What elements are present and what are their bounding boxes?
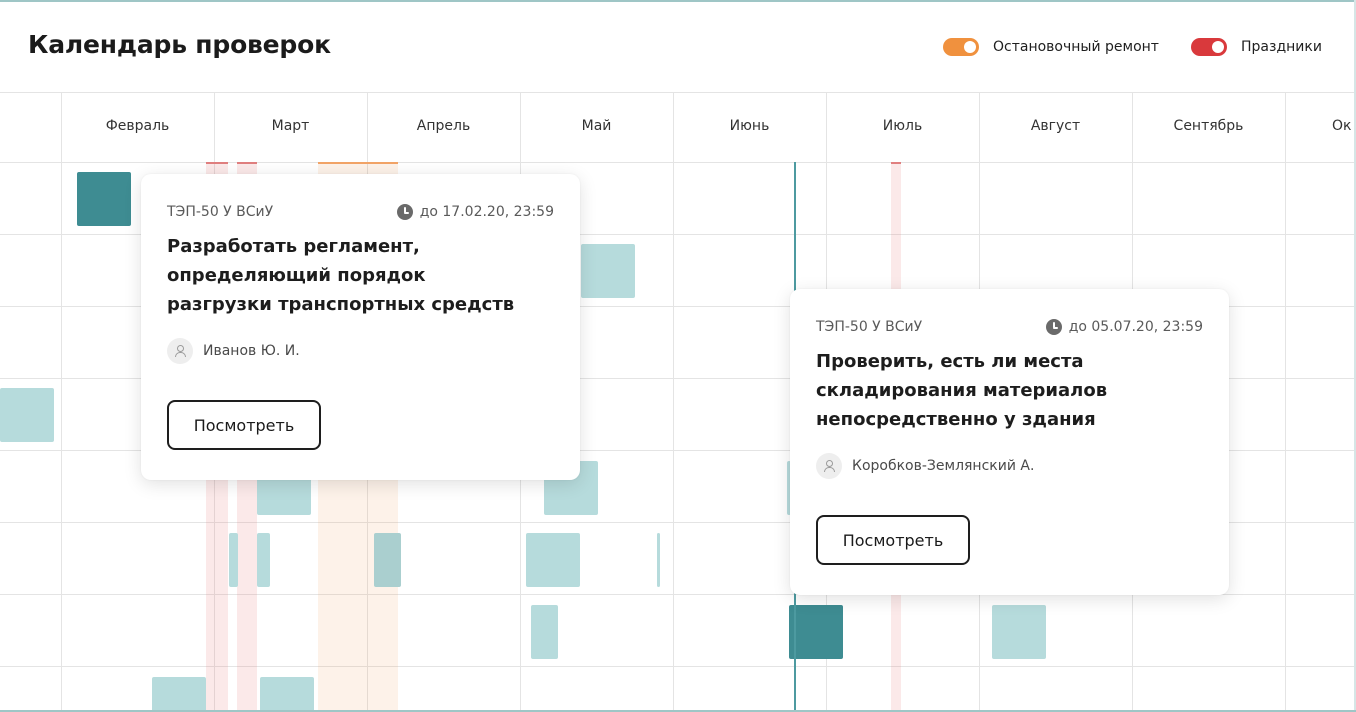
legend-repair[interactable]: Остановочный ремонт: [943, 36, 1159, 58]
task-card: ТЭП-50 У ВСиУ до 17.02.20, 23:59 Разрабо…: [141, 174, 580, 480]
task-title: Проверить, есть ли места складирования м…: [816, 351, 1108, 430]
event-block[interactable]: [531, 605, 558, 659]
repair-band-cap: [318, 162, 398, 164]
task-organization: ТЭП-50 У ВСиУ: [167, 204, 274, 220]
task-deadline: до 05.07.20, 23:59: [1045, 319, 1203, 335]
task-deadline-text: до 17.02.20, 23:59: [419, 204, 554, 220]
task-assignee-name: Иванов Ю. И.: [203, 343, 300, 359]
event-block[interactable]: [581, 244, 635, 298]
legend-holidays[interactable]: Праздники: [1191, 36, 1322, 58]
month-header: Май: [581, 118, 612, 134]
task-assignee: Коробков-Землянский А.: [816, 453, 1034, 479]
event-block[interactable]: [992, 605, 1046, 659]
task-assignee: Иванов Ю. И.: [167, 338, 300, 364]
grid-line: [0, 162, 1356, 163]
task-deadline: до 17.02.20, 23:59: [396, 204, 554, 220]
grid-line: [673, 92, 674, 712]
task-card: ТЭП-50 У ВСиУ до 05.07.20, 23:59 Провери…: [790, 289, 1229, 595]
task-title: Разработать регламент, определяющий поря…: [167, 236, 515, 315]
month-header: Ок: [1332, 118, 1352, 134]
event-block[interactable]: [77, 172, 131, 226]
event-block[interactable]: [526, 533, 580, 587]
task-deadline-text: до 05.07.20, 23:59: [1068, 319, 1203, 335]
page-title: Календарь проверок: [28, 30, 331, 59]
month-header: ь: [0, 118, 8, 134]
holidays-toggle[interactable]: [1191, 38, 1227, 56]
event-block[interactable]: [257, 533, 270, 587]
grid-line: [0, 666, 1356, 667]
toggle-knob: [1212, 41, 1224, 53]
legend-repair-label: Остановочный ремонт: [993, 39, 1159, 55]
month-header: Апрель: [416, 118, 471, 134]
grid-line: [1285, 92, 1286, 712]
holiday-band-cap: [237, 162, 257, 164]
event-block[interactable]: [374, 533, 401, 587]
task-assignee-name: Коробков-Землянский А.: [852, 458, 1035, 474]
header: Календарь проверок Остановочный ремонт П…: [0, 0, 1356, 92]
event-block[interactable]: [260, 677, 314, 712]
event-block[interactable]: [229, 533, 238, 587]
event-block[interactable]: [657, 533, 660, 587]
holiday-band-cap: [206, 162, 228, 164]
month-header: Июль: [882, 118, 923, 134]
month-header: Август: [1030, 118, 1081, 134]
user-icon: [816, 453, 842, 479]
grid-line: [61, 92, 62, 712]
event-block[interactable]: [789, 605, 843, 659]
month-header: Март: [271, 118, 310, 134]
task-organization: ТЭП-50 У ВСиУ: [816, 319, 923, 335]
legend-holidays-label: Праздники: [1241, 39, 1322, 55]
month-header: Сентябрь: [1173, 118, 1244, 134]
clock-icon: [1045, 319, 1062, 335]
holiday-band-cap: [891, 162, 901, 164]
month-header: Июнь: [729, 118, 770, 134]
view-task-button[interactable]: Посмотреть: [167, 400, 321, 450]
grid-line: [0, 92, 1356, 93]
month-header: Февраль: [105, 118, 170, 134]
user-icon: [167, 338, 193, 364]
task-meta: ТЭП-50 У ВСиУ до 05.07.20, 23:59: [816, 319, 1203, 337]
repair-toggle[interactable]: [943, 38, 979, 56]
event-block[interactable]: [0, 388, 54, 442]
view-task-button[interactable]: Посмотреть: [816, 515, 970, 565]
toggle-knob: [964, 41, 976, 53]
event-block[interactable]: [152, 677, 206, 712]
clock-icon: [396, 204, 413, 220]
task-meta: ТЭП-50 У ВСиУ до 17.02.20, 23:59: [167, 204, 554, 222]
